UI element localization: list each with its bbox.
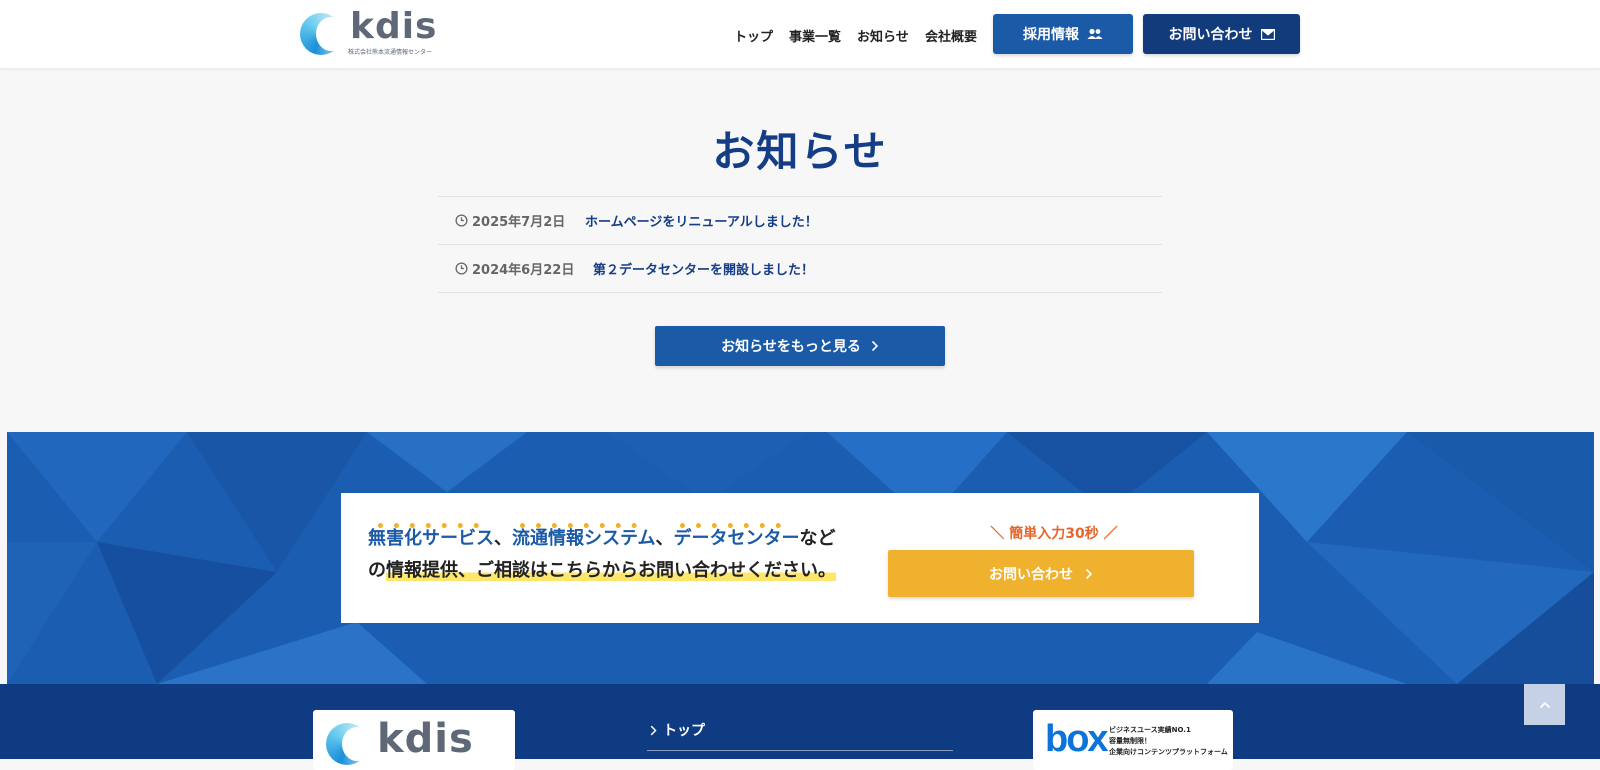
- news-headline[interactable]: ホームページをリニューアルしました！: [585, 211, 818, 230]
- footer-logo-text: kdis: [377, 716, 474, 762]
- emphasis-dots: •••••••: [376, 519, 488, 535]
- mail-icon: [1260, 28, 1275, 40]
- news-date: 2025年7月2日: [455, 211, 585, 230]
- cta-separator: 、: [494, 528, 512, 549]
- news-item[interactable]: 2024年6月22日 第２データセンターを開設しました！: [438, 245, 1162, 293]
- clock-icon: [455, 262, 468, 275]
- site-logo[interactable]: kdis 株式会社熊本流通情報センター: [298, 6, 448, 58]
- footer-link-label: トップ: [663, 723, 705, 739]
- box-caption-line: ビジネスユース実績NO.1: [1109, 726, 1191, 734]
- box-caption-line: 企業向けコンテンツプラットフォーム: [1109, 748, 1228, 756]
- cta-line2-head: の: [368, 560, 386, 581]
- news-item[interactable]: 2025年7月2日 ホームページをリニューアルしました！: [438, 197, 1162, 245]
- clock-icon: [455, 214, 468, 227]
- cta-line2-highlight: 情報提供、ご相談はこちらからお問い合わせください。: [386, 560, 836, 581]
- cta-line1-tail: など: [799, 528, 836, 549]
- logo-text: kdis: [350, 6, 438, 47]
- recruit-button-label: 採用情報: [1023, 27, 1079, 43]
- box-caption-line: 容量無制限！: [1109, 737, 1151, 745]
- footer-divider: [647, 750, 953, 751]
- back-to-top-button[interactable]: [1524, 684, 1565, 725]
- cta-separator: 、: [655, 528, 674, 549]
- chevron-right-icon: [1085, 568, 1093, 579]
- cta-catchphrase: ＼ 簡単入力30秒 ／: [990, 526, 1118, 542]
- recruit-button[interactable]: 採用情報: [993, 14, 1133, 54]
- chevron-right-icon: [650, 725, 657, 735]
- news-headline[interactable]: 第２データセンターを開設しました！: [593, 259, 814, 278]
- box-caption: ビジネスユース実績NO.1 容量無制限！ 企業向けコンテンツプラットフォーム: [1109, 725, 1228, 758]
- more-news-label: お知らせをもっと見る: [721, 339, 861, 355]
- cta-contact-button[interactable]: お問い合わせ: [888, 550, 1194, 597]
- nav-item-services[interactable]: 事業一覧: [789, 26, 841, 45]
- emphasis-dots: •••••••: [678, 519, 790, 535]
- box-logo: box: [1045, 718, 1109, 760]
- news-list: 2025年7月2日 ホームページをリニューアルしました！ 2024年6月22日 …: [438, 196, 1162, 293]
- cta-box: ••••••• •••••••• ••••••• 無害化サービス、流通情報システ…: [341, 493, 1259, 623]
- logo-company-name: 株式会社熊本流通情報センター: [348, 49, 433, 56]
- header-contact-button[interactable]: お問い合わせ: [1143, 14, 1300, 54]
- nav-item-company[interactable]: 会社概要: [925, 26, 977, 45]
- emphasis-dots: ••••••••: [518, 519, 646, 535]
- footer-link-top[interactable]: トップ: [650, 720, 705, 740]
- box-banner[interactable]: box ビジネスユース実績NO.1 容量無制限！ 企業向けコンテンツプラットフォ…: [1033, 710, 1233, 770]
- people-icon: [1087, 28, 1103, 39]
- header-contact-label: お問い合わせ: [1168, 27, 1253, 43]
- chevron-right-icon: [871, 340, 878, 352]
- nav-item-news[interactable]: お知らせ: [857, 26, 909, 45]
- chevron-up-icon: [1539, 701, 1550, 708]
- nav-item-top[interactable]: トップ: [734, 26, 773, 45]
- more-news-button[interactable]: お知らせをもっと見る: [655, 326, 945, 366]
- news-section-title: お知らせ: [712, 127, 888, 176]
- cta-contact-label: お問い合わせ: [989, 566, 1073, 583]
- site-footer: kdis トップ box ビジネスユース実績NO.1 容量無制限！ 企業向けコン…: [0, 684, 1600, 770]
- site-header: kdis 株式会社熊本流通情報センター トップ 事業一覧 お知らせ 会社概要 採…: [0, 0, 1600, 68]
- news-date-text: 2024年6月22日: [472, 263, 575, 278]
- logo-mark-icon: [300, 13, 346, 55]
- news-date: 2024年6月22日: [455, 259, 593, 278]
- news-date-text: 2025年7月2日: [472, 215, 566, 230]
- cta-message: ••••••• •••••••• ••••••• 無害化サービス、流通情報システ…: [368, 519, 848, 587]
- footer-logo[interactable]: kdis: [313, 710, 515, 770]
